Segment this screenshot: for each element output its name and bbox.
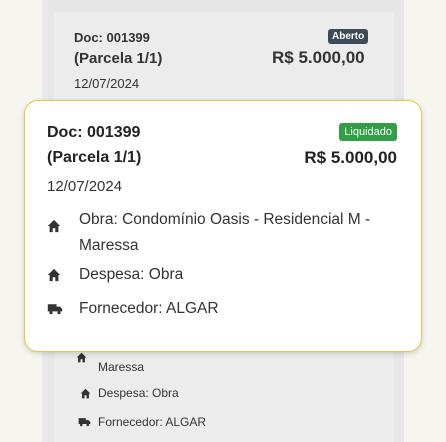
despesa-label: Despesa: Obra [79,266,184,283]
fornecedor-row: Fornecedor: ALGAR [47,296,401,322]
bg-parcela: (Parcela 1/1) [74,50,163,67]
parcela: (Parcela 1/1) [47,149,142,166]
fornecedor-label: Fornecedor: ALGAR [79,300,219,317]
bg-doc-number: Doc: 001399 [74,30,150,45]
obra-label: Obra: Condomínio Oasis - Residencial M -… [79,211,371,254]
truck-icon [47,296,79,315]
bg-amount: R$ 5.000,00 [272,48,365,67]
due-date: 12/07/2024 [47,178,123,195]
home-icon [80,388,91,399]
payment-card[interactable]: Doc: 001399 (Parcela 1/1) 12/07/2024 Liq… [24,100,422,352]
amount: R$ 5.000,00 [304,148,397,167]
bg-date: 12/07/2024 [74,76,140,91]
doc-number: Doc: 001399 [47,124,141,141]
bg-despesa: Despesa: Obra [98,386,179,400]
home-icon [47,207,79,233]
bg-status-badge: Aberto [328,29,369,44]
despesa-row: Despesa: Obra [47,262,401,288]
bg-fornecedor: Fornecedor: ALGAR [98,415,207,429]
obra-row: Obra: Condomínio Oasis - Residencial M -… [47,207,401,259]
bg-obra-tail: Maressa [98,360,145,374]
truck-icon [78,417,91,427]
home-icon [47,262,79,282]
home-icon [76,352,87,363]
status-badge: Liquidado [339,123,397,141]
